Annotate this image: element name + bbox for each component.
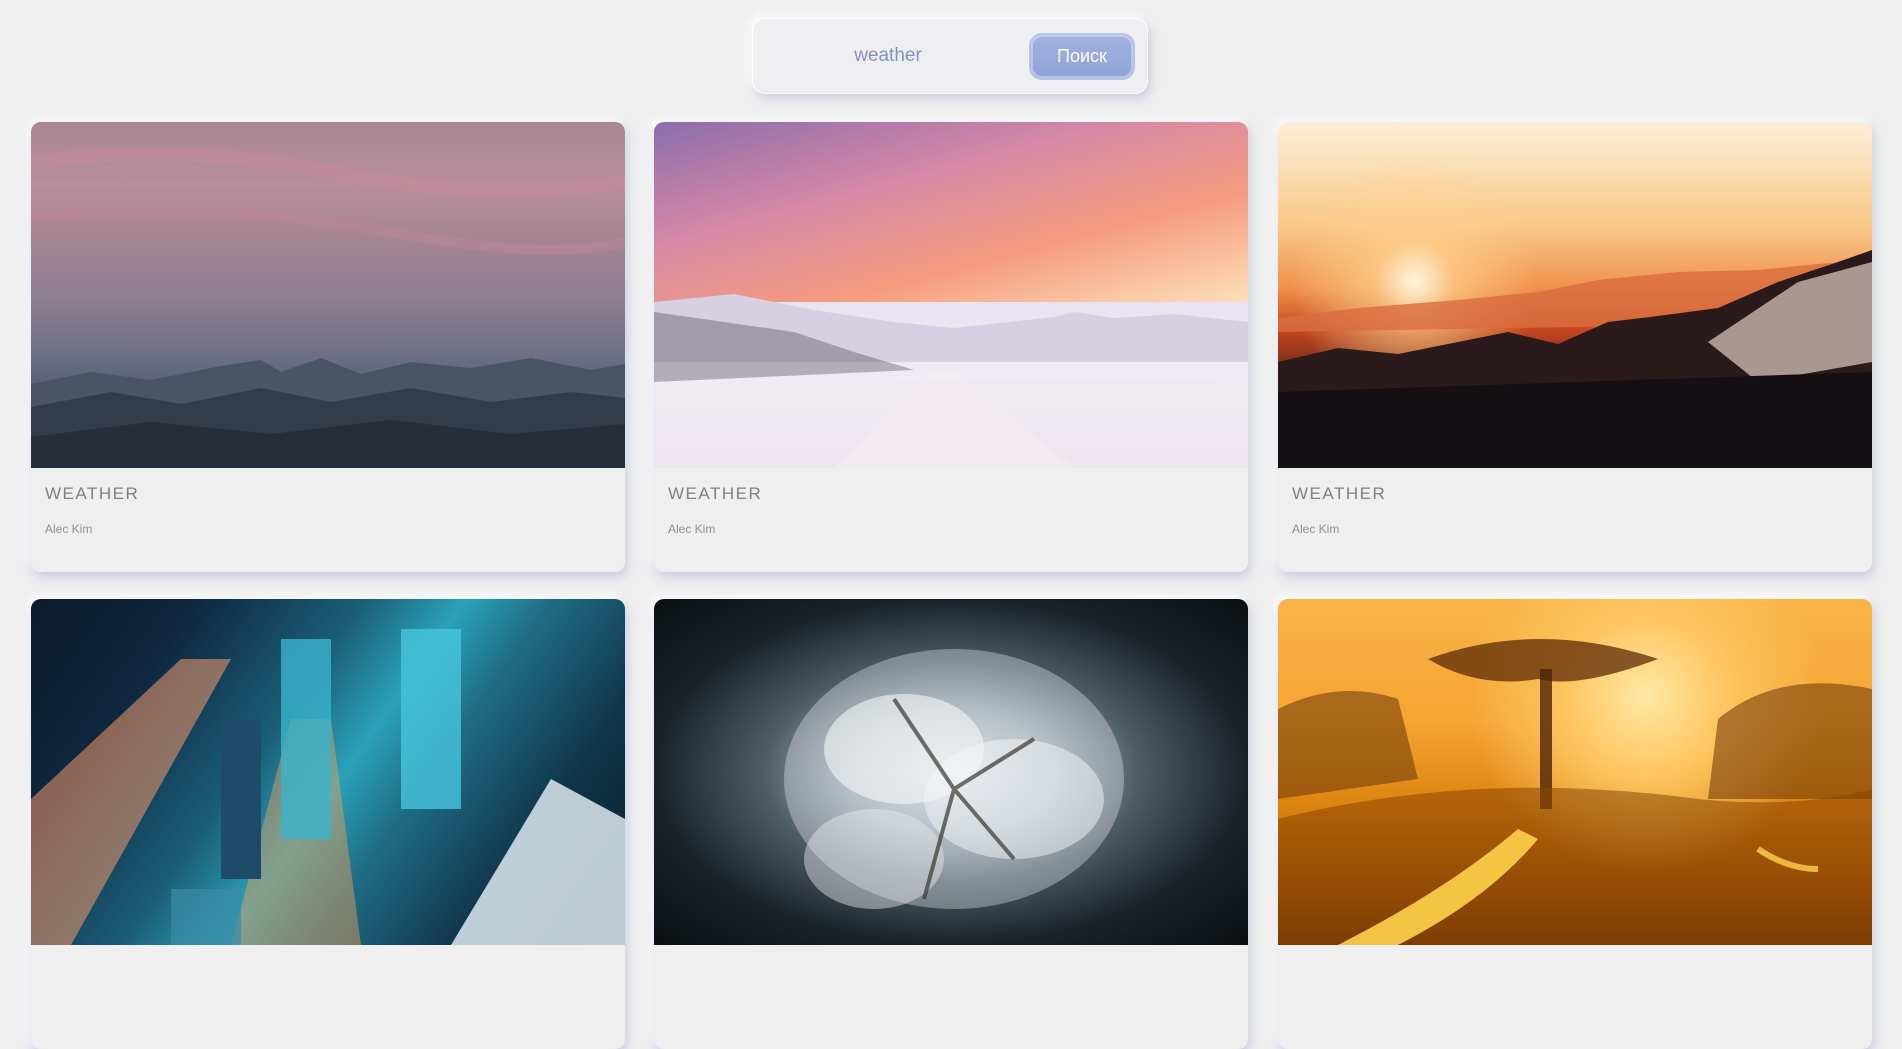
- photo-card[interactable]: [1278, 599, 1872, 1049]
- photo-card[interactable]: WEATHER Alec Kim: [654, 122, 1248, 572]
- photo-card[interactable]: [31, 599, 625, 1049]
- card-image[interactable]: [654, 122, 1248, 468]
- city-illustration: [31, 629, 625, 945]
- card-body: [654, 945, 1248, 1049]
- card-body: WEATHER Alec Kim: [1278, 468, 1872, 572]
- photo-card[interactable]: WEATHER Alec Kim: [1278, 122, 1872, 572]
- search-button[interactable]: Поиск: [1031, 35, 1133, 78]
- card-image[interactable]: [1278, 599, 1872, 945]
- search-bar: Поиск: [753, 19, 1147, 93]
- card-image[interactable]: [654, 599, 1248, 945]
- photo-card[interactable]: WEATHER Alec Kim: [31, 122, 625, 572]
- card-title: WEATHER: [45, 484, 140, 503]
- card-title: WEATHER: [668, 484, 763, 503]
- card-body: [31, 945, 625, 1049]
- card-title: WEATHER: [1292, 484, 1387, 503]
- card-image[interactable]: [1278, 122, 1872, 468]
- savanna-illustration: [1278, 639, 1872, 945]
- card-image[interactable]: [31, 122, 625, 468]
- snow-road-illustration: [654, 294, 1248, 468]
- photo-card[interactable]: [654, 599, 1248, 1049]
- card-author: Alec Kim: [668, 522, 716, 536]
- card-author: Alec Kim: [45, 522, 93, 536]
- pine-illustration: [784, 649, 1124, 909]
- card-body: [1278, 945, 1872, 1049]
- card-image[interactable]: [31, 599, 625, 945]
- card-author: Alec Kim: [1292, 522, 1340, 536]
- card-body: WEATHER Alec Kim: [31, 468, 625, 572]
- card-body: WEATHER Alec Kim: [654, 468, 1248, 572]
- search-input[interactable]: [763, 35, 1013, 77]
- sunset-forest-illustration: [1278, 250, 1872, 468]
- mountains-illustration: [31, 147, 625, 468]
